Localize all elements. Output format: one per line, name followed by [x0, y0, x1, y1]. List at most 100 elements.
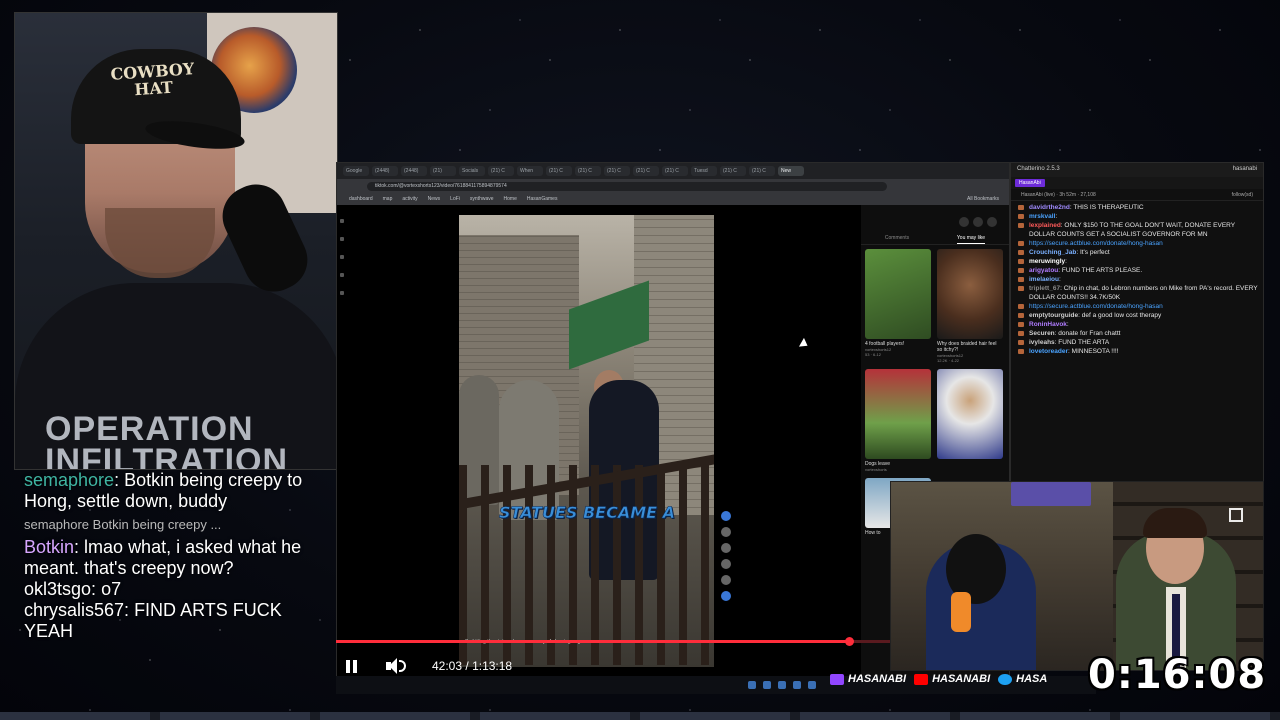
browser-tab[interactable]: Tuesd [691, 166, 717, 176]
chat-reply-preview: semaphore Botkin being creepy ... [24, 517, 222, 532]
chatterino-username[interactable]: Crouching_Jab [1029, 249, 1076, 256]
browser-tab[interactable]: New [778, 166, 804, 176]
browser-tab[interactable]: Google [343, 166, 369, 176]
player-time: 42:03 / 1:13:18 [432, 659, 513, 673]
bookmark-item[interactable]: LoFi [450, 196, 460, 202]
app-icon[interactable] [808, 681, 816, 689]
thumbnail[interactable]: 4 football players! vortexshorts12 53 · … [865, 249, 931, 363]
chatterino-username[interactable]: arigyatou [1029, 267, 1058, 274]
chatterino-username[interactable]: ivyleahs [1029, 339, 1055, 346]
thumbnail[interactable] [937, 369, 1003, 472]
chatterino-username[interactable]: emptytourguide [1029, 312, 1078, 319]
chatterino-username[interactable]: triplett_67 [1029, 285, 1060, 292]
browser-tab[interactable]: (21) [430, 166, 456, 176]
browser-tab[interactable]: (2448) [401, 166, 427, 176]
stream-chat-overlay: semaphore: Botkin being creepy to Hong, … [14, 470, 314, 712]
chatterino-username[interactable]: davidrthe2nd [1029, 204, 1070, 211]
bookmark-item[interactable]: dashboard [349, 196, 373, 202]
tiktok-video[interactable]: STATUES BECAME A So hitting the statues … [459, 215, 714, 667]
tab-you-may-like[interactable]: You may like [956, 235, 986, 244]
thumbnail-title: Why does braided hair feel so itchy?! [937, 341, 997, 353]
progress-fill [336, 640, 849, 643]
tab-comments[interactable]: Comments [885, 235, 909, 244]
current-time: 42:03 [432, 659, 463, 673]
video-actions [717, 505, 735, 607]
browser-tab[interactable]: (21) C [546, 166, 572, 176]
bookmark-item[interactable]: News [428, 196, 441, 202]
explorer-icon[interactable] [778, 681, 786, 689]
progress-scrubber[interactable] [845, 637, 854, 646]
chatterino-message: lexplained: ONLY $150 TO THE GOAL DON'T … [1015, 221, 1259, 239]
following-icon[interactable] [340, 255, 344, 259]
twitter-icon [998, 673, 1013, 685]
stream-timer: 0:16:08 [1088, 652, 1267, 698]
tab-hasanabi[interactable]: HasanAbi [1015, 179, 1045, 187]
chatterino-message: https://secure.actblue.com/donate/hong-h… [1015, 239, 1259, 248]
chatterino-username[interactable]: mrskvall [1029, 213, 1055, 220]
chatterino-account: hasanabi [1232, 166, 1257, 172]
duration: 1:13:18 [472, 659, 513, 673]
youtube-icon [914, 673, 929, 685]
bookmark-icon[interactable] [721, 559, 731, 569]
background-screen [1011, 482, 1091, 506]
thumbnail[interactable]: Dogs leave vortexshorts [865, 369, 931, 472]
chatterino-message: RoninHavok: [1015, 320, 1259, 329]
browser-icon[interactable] [793, 681, 801, 689]
browser-tab[interactable]: (21) C [749, 166, 775, 176]
chatterino-message: Crouching_Jab: It's perfect [1015, 248, 1259, 257]
chatterino-username[interactable]: lexplained [1029, 222, 1061, 229]
chatterino-message: imelaeiou: [1015, 275, 1259, 284]
chatterino-link[interactable]: https://secure.actblue.com/donate/hong-h… [1029, 303, 1163, 310]
browser-tab[interactable]: (2448) [372, 166, 398, 176]
chatterino-text: FUND THE ARTA [1058, 339, 1110, 346]
browser-tab[interactable]: (21) C [633, 166, 659, 176]
share-icon[interactable] [721, 575, 731, 585]
chatterino-message: ivyleahs: FUND THE ARTA [1015, 338, 1259, 347]
more-icon[interactable] [959, 217, 969, 227]
browser-tab[interactable]: When [517, 166, 543, 176]
thumbnail[interactable]: Why does braided hair feel so itchy?! vo… [937, 249, 1003, 363]
comment-icon[interactable] [721, 543, 731, 553]
social-handles: HASANABI HASANABI HASA [830, 673, 1047, 685]
chatterino-username[interactable]: Securen [1029, 330, 1055, 337]
bookmark-item[interactable]: activity [402, 196, 417, 202]
channel-header: HasanAbi (live) · 3h 52m · 27,108 follow… [1011, 189, 1263, 201]
video-progress-bar[interactable] [336, 637, 906, 646]
chatterino-username[interactable]: RoninHavok [1029, 321, 1067, 328]
home-icon[interactable] [340, 219, 344, 223]
chatterino-username[interactable]: lovetoreader [1029, 348, 1068, 355]
explore-icon[interactable] [340, 237, 344, 241]
bookmark-item[interactable]: map [383, 196, 393, 202]
bookmark-item[interactable]: HasanGames [527, 196, 558, 202]
url-field[interactable]: tiktok.com/@vortexshorts123/video/761884… [367, 181, 887, 191]
live-icon[interactable] [340, 273, 344, 277]
cohost-microphone [951, 592, 971, 632]
menu-icon[interactable] [973, 217, 983, 227]
avatar-icon[interactable] [721, 511, 731, 521]
all-bookmarks[interactable]: All Bookmarks [967, 196, 999, 202]
browser-tab[interactable]: (21) C [720, 166, 746, 176]
music-disc-icon[interactable] [721, 591, 731, 601]
expand-icon[interactable] [1229, 508, 1243, 522]
browser-tab[interactable]: (21) C [604, 166, 630, 176]
hoodie-text: OPERATION INFILTRATION [45, 410, 289, 470]
chat-username: Botkin [24, 537, 75, 557]
bookmark-item[interactable]: Home [504, 196, 517, 202]
heart-icon[interactable] [721, 527, 731, 537]
chatterino-messages: davidrthe2nd: THIS IS THERAPEUTIC mrskval… [1011, 201, 1263, 356]
search-icon[interactable] [763, 681, 771, 689]
start-icon[interactable] [748, 681, 756, 689]
close-icon[interactable] [987, 217, 997, 227]
browser-tab[interactable]: (21) C [575, 166, 601, 176]
chat-username: okl3tsgo [24, 579, 92, 599]
chatterino-link[interactable]: https://secure.actblue.com/donate/hong-h… [1029, 240, 1163, 247]
browser-tab[interactable]: Socials [459, 166, 485, 176]
profile-icon[interactable] [340, 291, 344, 295]
chatterino-username[interactable]: imelaeiou [1029, 276, 1059, 283]
streamer-webcam: COWBOY HAT OPERATION INFILTRATION [14, 12, 338, 470]
browser-tab[interactable]: (21) C [662, 166, 688, 176]
chatterino-message: https://secure.actblue.com/donate/hong-h… [1015, 302, 1259, 311]
bookmark-item[interactable]: synthwave [470, 196, 494, 202]
browser-tab[interactable]: (21) C [488, 166, 514, 176]
chatterino-username[interactable]: meruwingly [1029, 258, 1065, 265]
